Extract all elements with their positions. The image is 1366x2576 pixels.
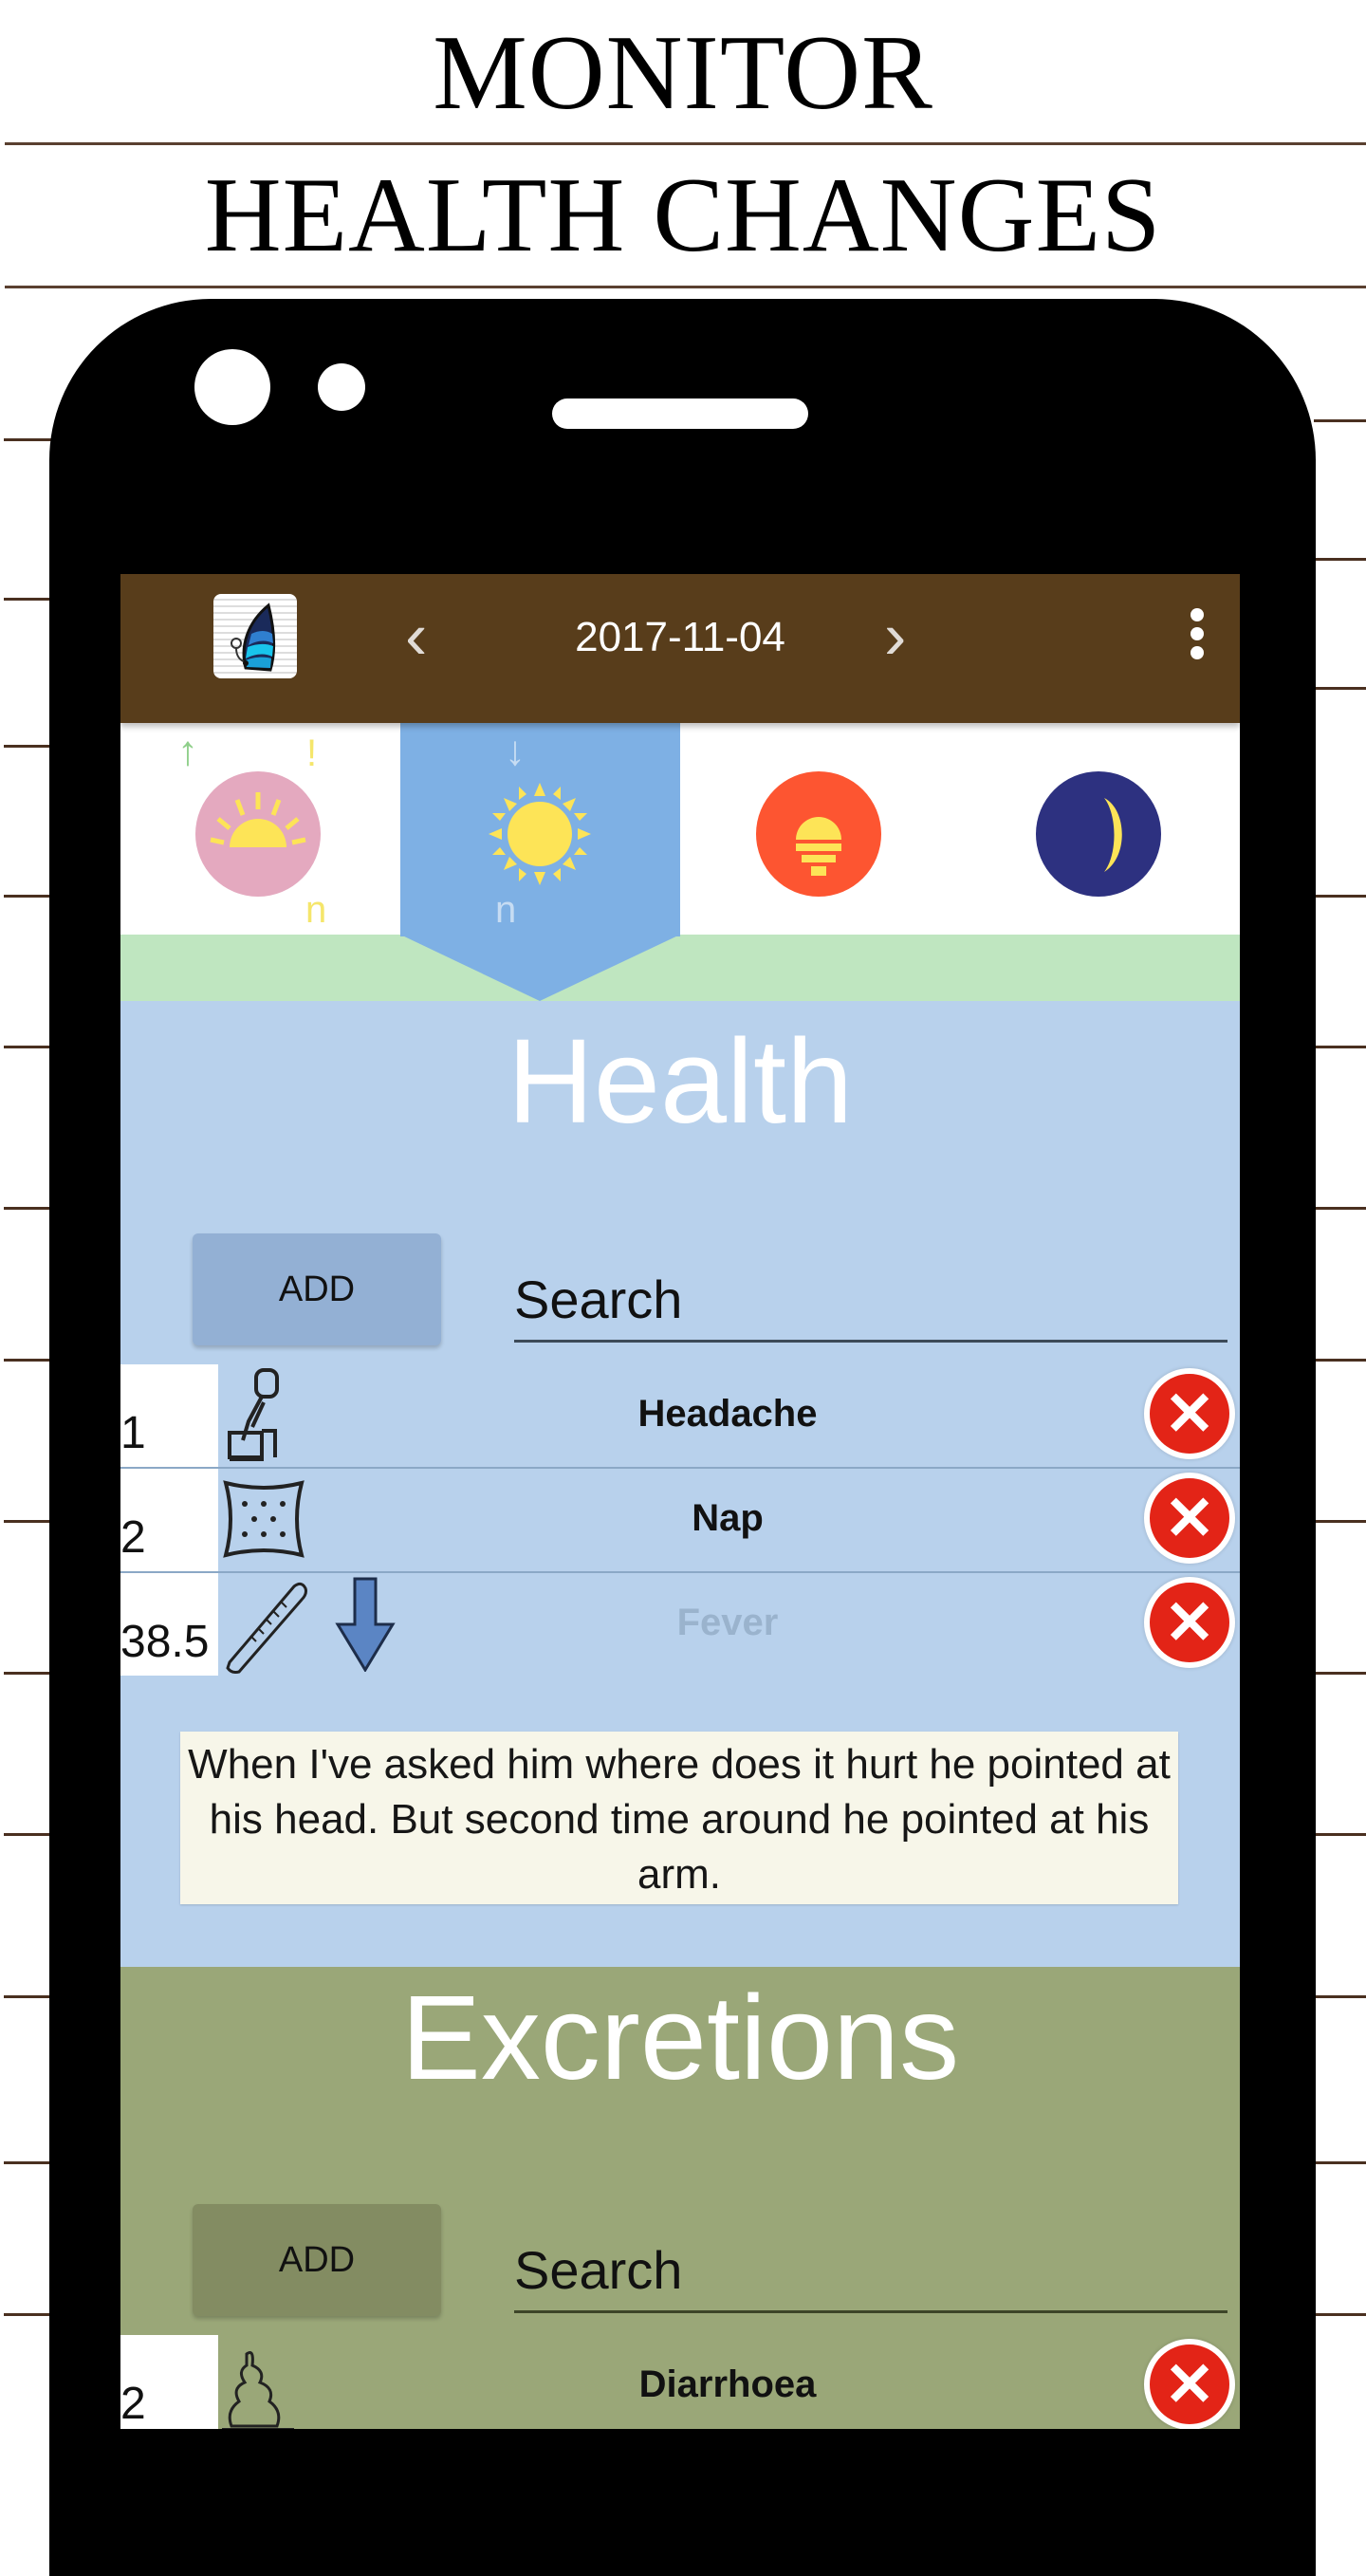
delete-button[interactable]: ✕ [1144,1577,1235,1668]
list-item[interactable]: 2 Diarrhoea ✕ [120,2335,1240,2429]
health-add-button[interactable]: ADD [193,1233,441,1345]
tab-noon[interactable]: ↓ n [400,723,680,936]
note-marker: n [305,889,327,931]
health-note[interactable]: When I've asked him where does it hurt h… [180,1732,1178,1904]
excretions-search-input[interactable]: Search [514,2209,1228,2313]
quantity-field[interactable]: 1 [120,1364,218,1467]
more-vert-icon[interactable] [1191,608,1204,665]
arrow-down-icon: ↓ [505,728,526,774]
section-title-health: Health [507,1014,854,1148]
current-date[interactable]: 2017-11-04 [405,614,955,661]
note-marker: n [495,889,517,931]
excretions-section: Excretions ADD Search 2 Diarrhoea ✕ [120,1967,1240,2429]
list-item[interactable]: 1 Headache ✕ [120,1364,1240,1469]
next-day-button[interactable]: › [884,602,906,669]
moon-icon [1036,771,1161,897]
tab-night[interactable] [960,723,1240,936]
item-label: Fever [676,1602,779,1643]
delete-button[interactable]: ✕ [1144,2339,1235,2429]
pillow-icon [218,1473,308,1564]
quantity-field[interactable]: 2 [120,2335,218,2429]
sunrise-icon [195,771,321,897]
delete-button[interactable]: ✕ [1144,1473,1235,1564]
stool-icon [220,2344,296,2429]
health-search-input[interactable]: Search [514,1238,1228,1343]
thermometer-icon [218,1573,313,1674]
banner-divider [5,142,1366,145]
alert-marker: ! [306,732,318,774]
app-bar: ‹ 2017-11-04 › [120,574,1240,723]
banner-divider [5,286,1366,288]
speaker-grille [552,398,808,429]
camera-icon [194,349,270,425]
banner-title-line1: MONITOR [433,14,933,132]
tab-morning[interactable]: ↑ ! n [120,723,400,936]
quantity-field[interactable]: 38.5 [120,1573,218,1676]
item-label: Nap [692,1497,764,1539]
item-label: Headache [637,1393,818,1435]
section-title-excretions: Excretions [400,1971,960,2104]
sensor-icon [318,363,365,411]
delete-button[interactable]: ✕ [1144,1368,1235,1459]
tab-evening[interactable] [680,723,960,936]
banner-title-line2: HEALTH CHANGES [204,157,1162,274]
list-item[interactable]: 38.5 Fever ✕ [120,1573,1240,1676]
headache-icon [220,1364,286,1465]
tab-underline-bar [120,935,1240,1001]
item-label: Diarrhoea [638,2363,817,2405]
app-screen: ‹ 2017-11-04 › ↑ ! n ↓ n Health ADD Sear… [120,574,1240,2429]
arrow-up-icon: ↑ [177,728,198,774]
active-tab-pointer [400,935,680,1001]
list-item[interactable]: 2 Nap ✕ [120,1469,1240,1573]
quantity-field[interactable]: 2 [120,1469,218,1571]
sunset-icon [756,771,881,897]
arrow-down-icon [334,1577,396,1673]
sun-icon [477,771,602,897]
butterfly-logo-icon[interactable] [213,594,297,678]
excretions-add-button[interactable]: ADD [193,2204,441,2316]
